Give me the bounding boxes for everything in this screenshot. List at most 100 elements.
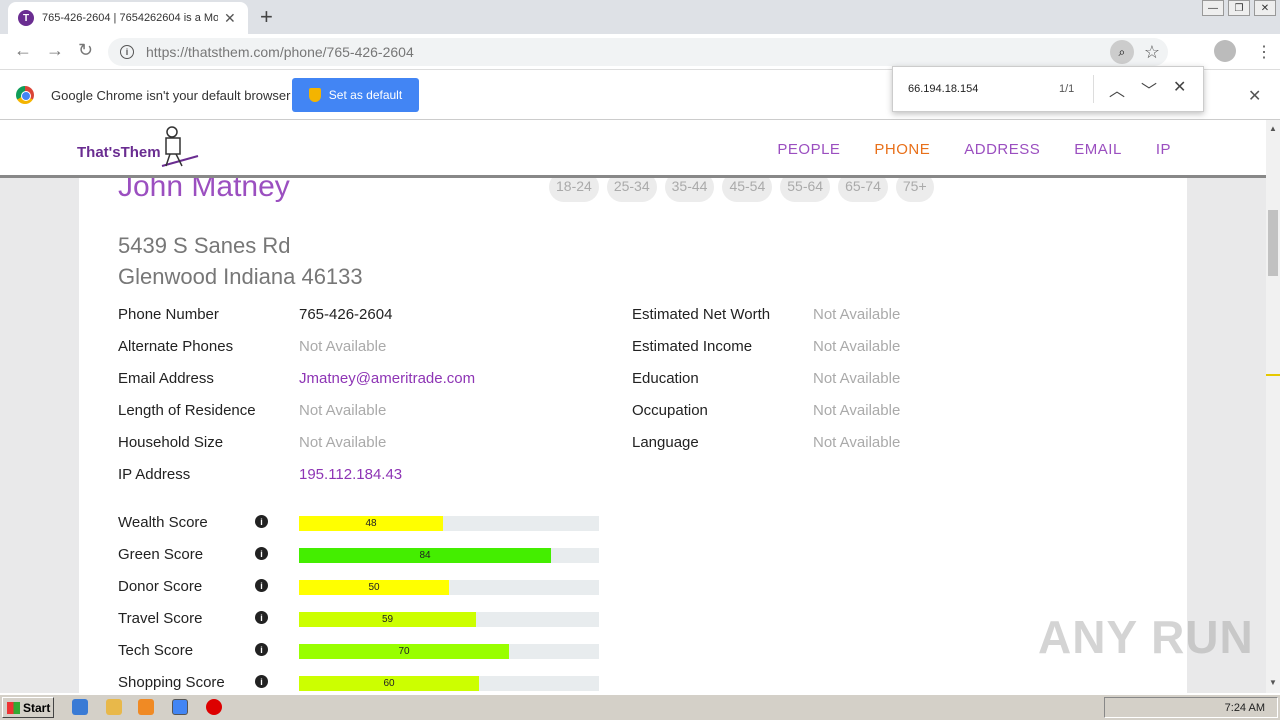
close-window-icon[interactable]: ✕ [1254, 0, 1276, 16]
nav-ip[interactable]: IP [1156, 141, 1171, 158]
shield-icon [308, 88, 321, 102]
tab-close-icon[interactable]: ✕ [224, 10, 236, 27]
reload-icon[interactable]: ↻ [78, 40, 93, 61]
find-close-icon[interactable]: ✕ [1173, 77, 1186, 97]
media-player-icon[interactable] [138, 699, 154, 715]
infobar-close-icon[interactable]: ✕ [1248, 86, 1261, 106]
detail-label: Email Address [118, 370, 214, 387]
new-tab-icon[interactable]: + [260, 4, 273, 30]
site-logo[interactable]: That'sThem [77, 144, 161, 161]
detail-value: Not Available [813, 402, 901, 419]
bookmark-star-icon[interactable]: ☆ [1144, 42, 1160, 63]
tab-title: 765-426-2604 | 7654262604 is a Mo [42, 12, 218, 24]
score-bar-fill: 59 [299, 612, 476, 627]
url-path: /phone/765-426-2604 [279, 44, 414, 60]
chrome-taskbar-icon[interactable] [172, 699, 188, 715]
scroll-thumb[interactable] [1268, 210, 1278, 276]
anyrun-watermark: ANY RUN [1038, 611, 1254, 663]
address-line2: Glenwood Indiana 46133 [118, 264, 363, 289]
find-bar: 66.194.18.154 1/1 ︿ ﹀ ✕ [892, 66, 1204, 112]
nav-people[interactable]: PEOPLE [777, 141, 840, 158]
site-info-icon[interactable]: i [120, 45, 134, 59]
detail-value[interactable]: 195.112.184.43 [299, 466, 402, 483]
maximize-icon[interactable]: ❐ [1228, 0, 1250, 16]
nav-address[interactable]: ADDRESS [964, 141, 1040, 158]
find-divider [1093, 75, 1094, 103]
ie-icon[interactable] [72, 699, 88, 715]
address-bar[interactable]: i https://thatsthem.com/phone/765-426-26… [108, 38, 1168, 66]
start-button[interactable]: Start [2, 697, 54, 718]
detail-value: 765-426-2604 [299, 306, 393, 323]
score-bar-track: 84 [299, 548, 599, 563]
find-in-page-icon[interactable]: ⌕ [1109, 40, 1134, 64]
minimize-icon[interactable]: — [1202, 0, 1224, 16]
detail-label: Occupation [632, 402, 708, 419]
find-previous-icon[interactable]: ︿ [1109, 77, 1125, 101]
folder-icon[interactable] [106, 699, 122, 715]
detail-value: Not Available [299, 434, 387, 451]
score-bar-fill: 48 [299, 516, 443, 531]
nav-phone[interactable]: PHONE [874, 141, 930, 158]
score-bar-fill: 70 [299, 644, 509, 659]
tab-strip: T 765-426-2604 | 7654262604 is a Mo ✕ + … [0, 0, 1280, 34]
detail-label: Phone Number [118, 306, 219, 323]
site-nav: PEOPLE PHONE ADDRESS EMAIL IP [777, 141, 1171, 158]
person-card: John Matney 18-24 25-34 35-44 45-54 55-64 65-… [79, 170, 1187, 693]
detail-label: Estimated Net Worth [632, 306, 771, 323]
detail-label: IP Address [118, 466, 191, 483]
score-label: Donor Score [118, 578, 203, 595]
set-as-default-label: Set as default [328, 88, 403, 102]
score-label: Shopping Score [118, 674, 225, 691]
detail-value: Not Available [299, 402, 387, 419]
score-bar-fill: 84 [299, 548, 551, 563]
profile-avatar-icon[interactable] [1214, 40, 1236, 62]
set-as-default-button[interactable]: Set as default [292, 78, 419, 112]
score-label: Travel Score [118, 610, 203, 627]
clock: 7:24 AM [1224, 702, 1265, 714]
browser-tab[interactable]: T 765-426-2604 | 7654262604 is a Mo ✕ [8, 2, 248, 34]
logo-figure-icon [161, 126, 199, 167]
windows-logo-icon [7, 701, 20, 714]
score-info-icon[interactable]: i [255, 515, 268, 528]
scroll-down-icon[interactable]: ▼ [1269, 678, 1277, 687]
system-tray: 7:24 AM [1104, 697, 1278, 718]
detail-value: Not Available [813, 434, 901, 451]
browser-toolbar: ← → ↻ i https://thatsthem.com/phone/765-… [0, 34, 1280, 70]
back-icon[interactable]: ← [14, 40, 32, 61]
detail-label: Education [632, 370, 699, 387]
url-domain: https://thatsthem.com [146, 44, 280, 60]
detail-value: Not Available [813, 338, 901, 355]
tab-favicon-icon: T [18, 10, 34, 26]
score-label: Wealth Score [118, 514, 208, 531]
chrome-menu-icon[interactable]: ⋮ [1256, 42, 1272, 62]
find-next-icon[interactable]: ﹀ [1141, 77, 1157, 101]
site-header: That'sThem PEOPLE PHONE ADDRESS EMAIL IP [0, 120, 1266, 178]
scroll-up-icon[interactable]: ▲ [1269, 124, 1277, 133]
score-bar-fill: 60 [299, 676, 479, 691]
page-scrollbar[interactable]: ▲ ▼ [1266, 120, 1280, 693]
infobar-message: Google Chrome isn't your default browser [51, 88, 291, 103]
detail-value[interactable]: Jmatney@ameritrade.com [299, 370, 475, 387]
detail-value: Not Available [299, 338, 387, 355]
chrome-logo-icon [16, 86, 34, 104]
url-text: https://thatsthem.com/phone/765-426-2604 [146, 44, 414, 60]
forward-icon[interactable]: → [46, 40, 64, 61]
find-match-count: 1/1 [1059, 83, 1075, 95]
detail-label: Language [632, 434, 699, 451]
omnibox-actions: ⌕ ☆ [1109, 40, 1160, 64]
score-info-icon[interactable]: i [255, 547, 268, 560]
detail-value: Not Available [813, 306, 901, 323]
find-match-marker [1266, 374, 1280, 376]
score-info-icon[interactable]: i [255, 579, 268, 592]
nav-email[interactable]: EMAIL [1074, 141, 1122, 158]
score-info-icon[interactable]: i [255, 643, 268, 656]
windows-taskbar: Start 7:24 AM [0, 693, 1280, 720]
score-info-icon[interactable]: i [255, 611, 268, 624]
detail-label: Length of Residence [118, 402, 256, 419]
security-app-icon[interactable] [206, 699, 222, 715]
score-label: Tech Score [118, 642, 194, 659]
score-bar-track: 60 [299, 676, 599, 691]
score-info-icon[interactable]: i [255, 675, 268, 688]
score-label: Green Score [118, 546, 204, 563]
find-input[interactable]: 66.194.18.154 [908, 83, 978, 95]
